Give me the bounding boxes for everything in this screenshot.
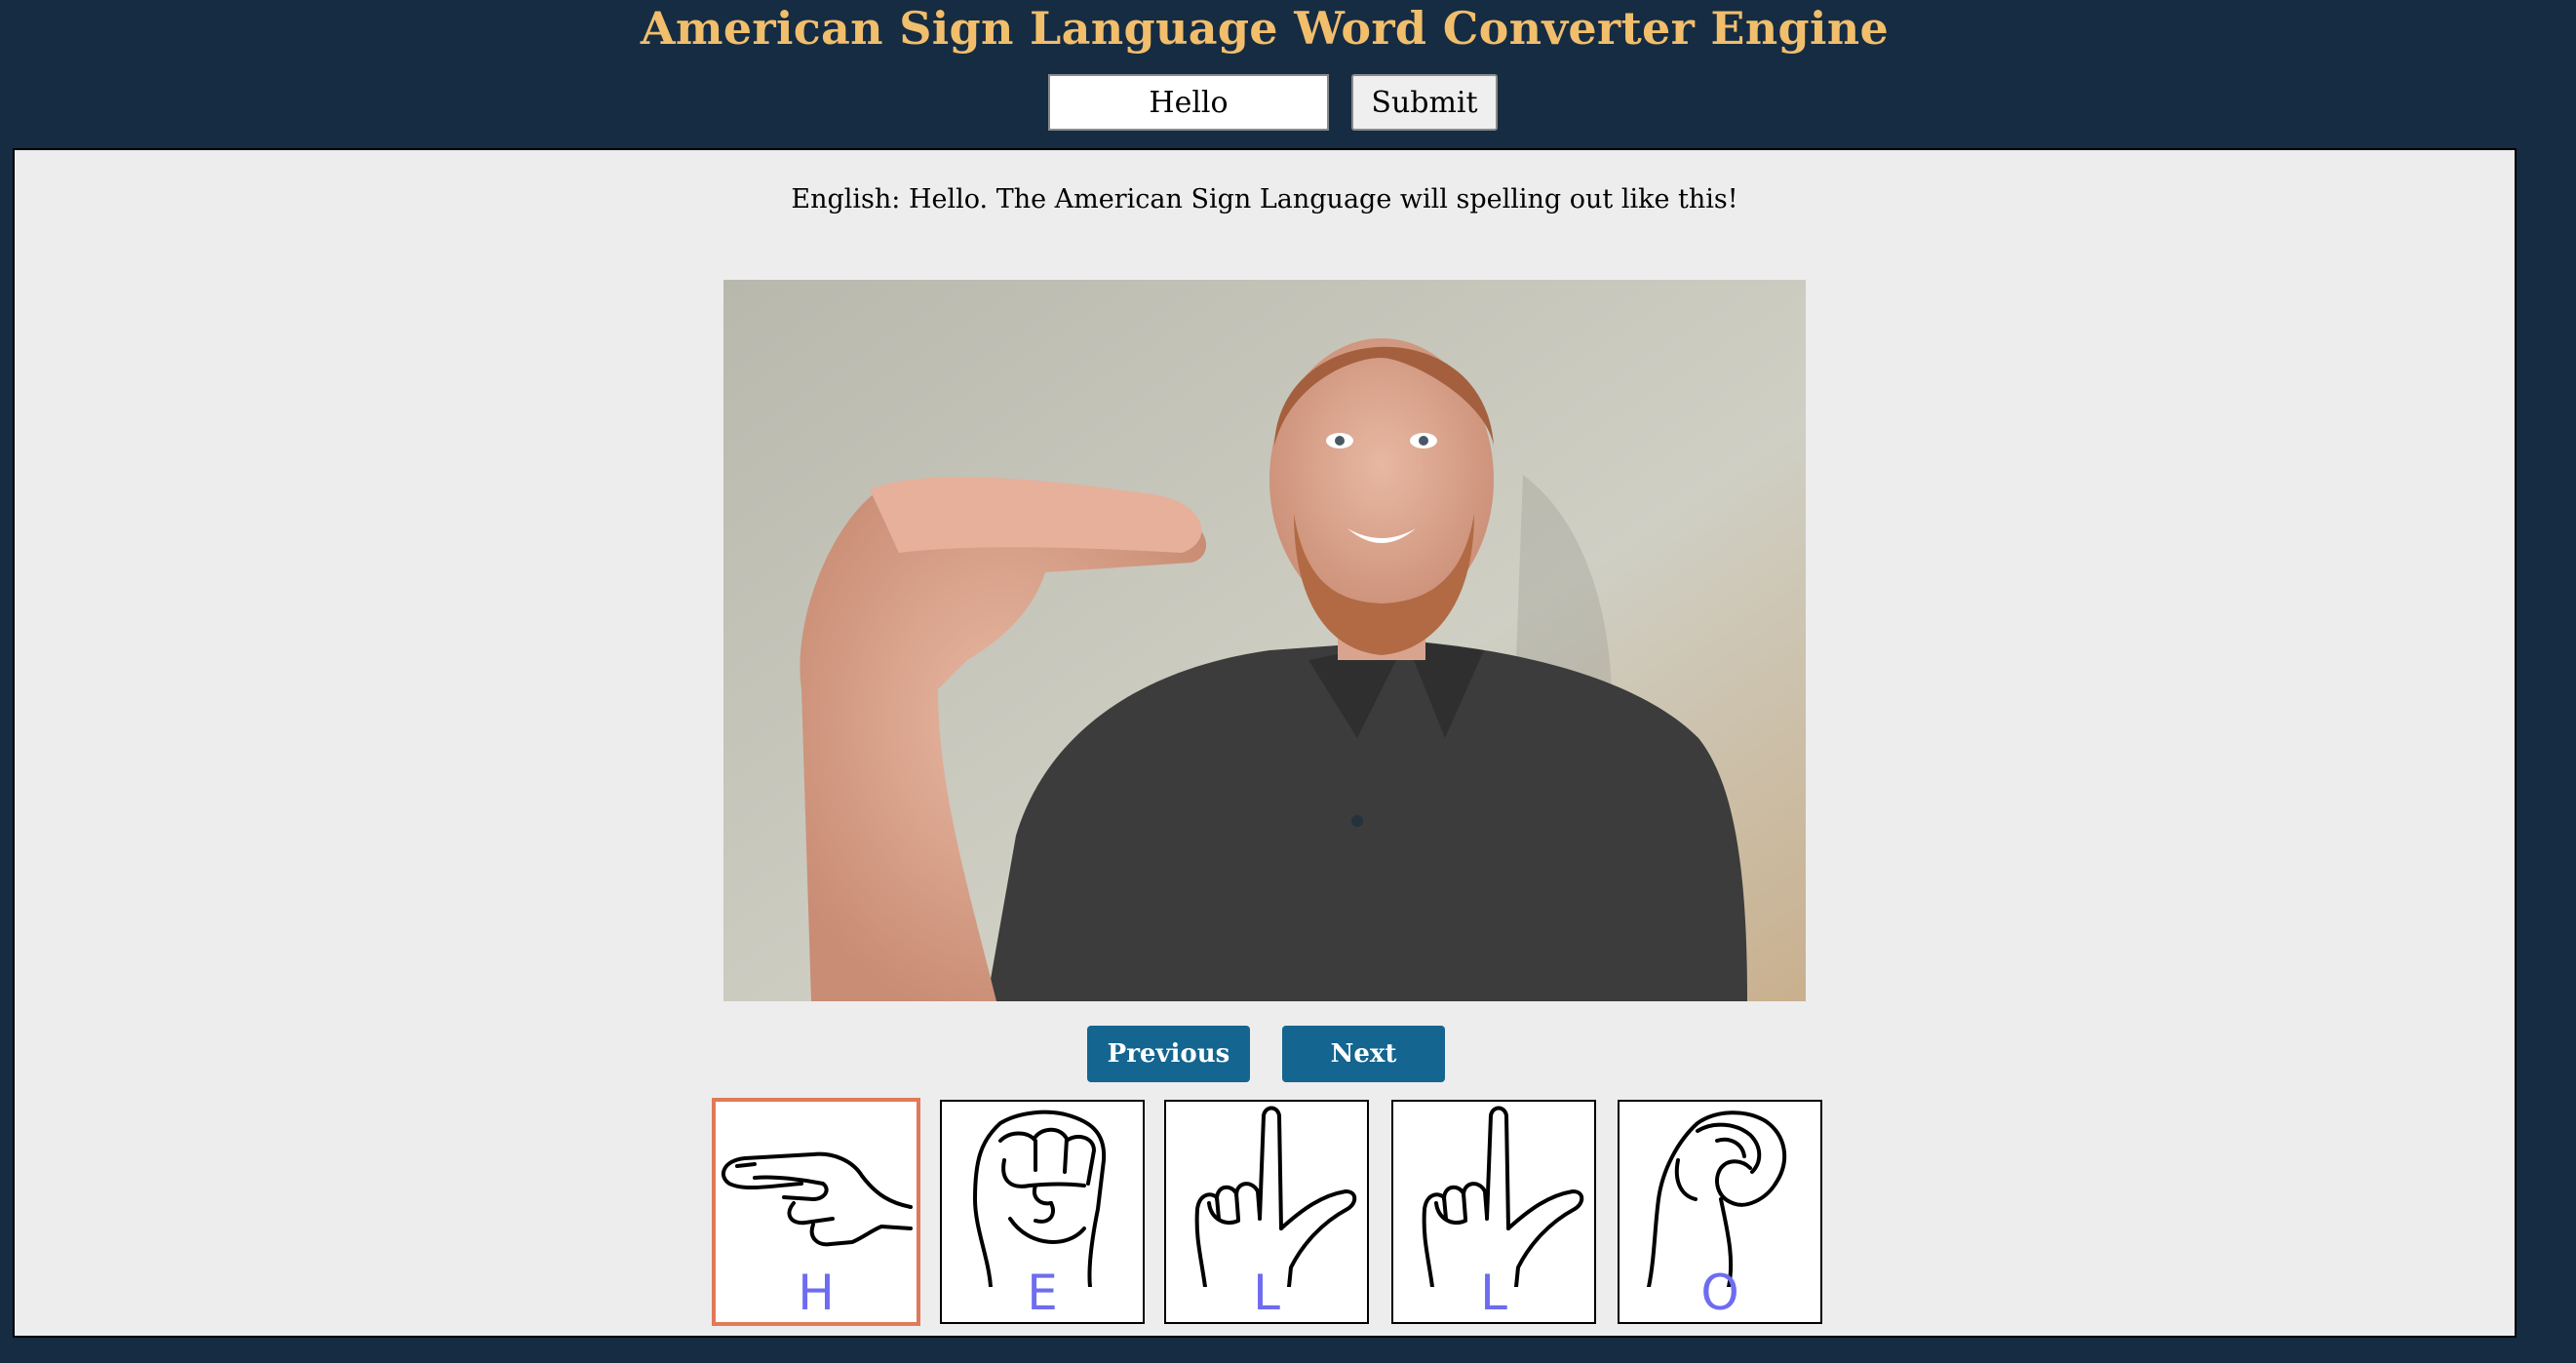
card-letter: O <box>1700 1265 1739 1321</box>
letter-card[interactable]: E <box>940 1100 1145 1324</box>
translation-caption: English: Hello. The American Sign Langua… <box>791 184 1738 214</box>
previous-button[interactable]: Previous <box>1087 1026 1250 1082</box>
hand-sign-h-icon <box>721 1151 913 1247</box>
card-letter: L <box>1480 1265 1507 1321</box>
page-title: American Sign Language Word Converter En… <box>640 2 1890 55</box>
result-panel: English: Hello. The American Sign Langua… <box>13 148 2517 1338</box>
letter-card[interactable]: H <box>712 1098 920 1326</box>
hand-sign-o-icon <box>1647 1110 1786 1287</box>
card-letter: E <box>1027 1265 1058 1321</box>
letter-card[interactable]: L <box>1391 1100 1596 1324</box>
card-letter: L <box>1253 1265 1280 1321</box>
letter-card[interactable]: L <box>1164 1100 1369 1324</box>
page: American Sign Language Word Converter En… <box>0 0 2576 1363</box>
hand-sign-e-icon <box>973 1110 1107 1287</box>
sign-photo <box>723 280 1806 1001</box>
letter-card[interactable]: O <box>1618 1100 1822 1324</box>
card-letter: H <box>798 1265 835 1321</box>
next-button[interactable]: Next <box>1282 1026 1445 1082</box>
submit-button[interactable]: Submit <box>1351 74 1498 131</box>
hand-sign-l-icon <box>1194 1106 1357 1287</box>
hand-sign-l-icon <box>1422 1106 1584 1287</box>
word-input[interactable] <box>1048 74 1329 131</box>
